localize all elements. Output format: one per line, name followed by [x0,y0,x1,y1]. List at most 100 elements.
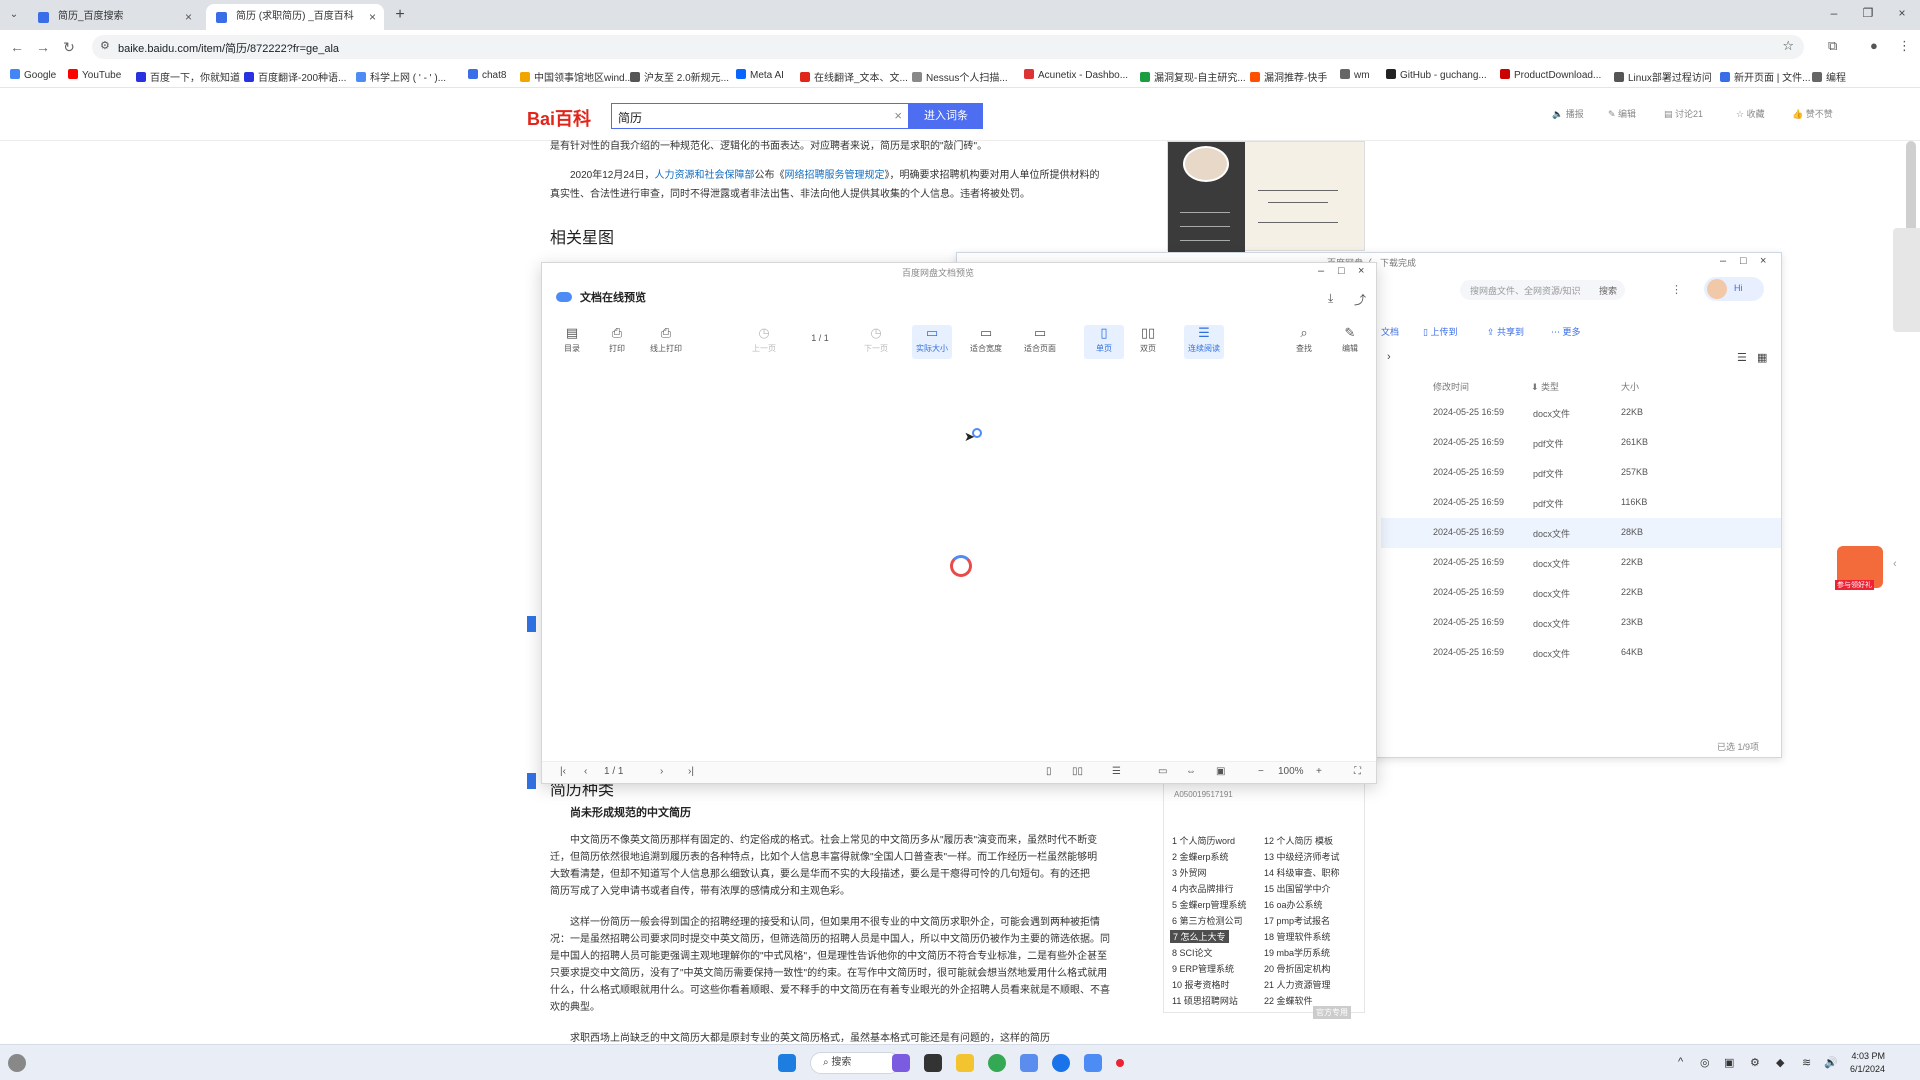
bookmark-item[interactable]: 百度翻译-200种语... [244,69,346,84]
search-app-icon[interactable] [1052,1054,1070,1072]
minimize-icon[interactable]: – [1318,265,1324,277]
more-icon[interactable]: ⋮ [1671,283,1682,296]
more-button[interactable]: ⋯ 更多 [1551,325,1581,338]
resume-sample-image[interactable] [1167,141,1365,252]
bookmark-item[interactable]: GitHub - guchang... [1386,69,1487,81]
rank-item[interactable]: 5 金蝶erp管理系统 [1172,898,1247,911]
clear-search-icon[interactable]: × [894,108,902,123]
start-icon[interactable] [778,1054,796,1072]
close-tab-icon[interactable]: × [369,4,376,30]
rank-item[interactable]: 19 mba学历系统 [1264,946,1330,959]
system-clock[interactable]: 4:03 PM 6/1/2024 [1850,1050,1885,1076]
bookmark-item[interactable]: 沪友至 2.0新规元... [630,69,729,84]
fit-width-icon[interactable]: ⇔ [1186,766,1196,777]
prev-page-button[interactable]: ◷ 上一页 [744,325,784,359]
forward-icon[interactable]: → [34,38,52,56]
file-row[interactable]: 2024-05-25 16:59 pdf文件 261KB [1381,428,1781,458]
next-page-icon[interactable]: › [660,766,663,777]
file-row[interactable]: 2024-05-25 16:59 docx文件 22KB [1381,548,1781,578]
grid-view-icon[interactable]: ▦ [1757,351,1767,364]
rank-item[interactable]: 20 骨折固定机构 [1264,962,1331,975]
single-page-button[interactable]: ▯ 单页 [1084,325,1124,359]
double-page-button[interactable]: ▯▯ 双页 [1128,325,1168,359]
zoom-level[interactable]: 100% [1278,766,1304,777]
last-page-icon[interactable]: ›| [688,766,694,777]
bookmark-item[interactable]: 科学上网 ( ' - ' )... [356,69,446,84]
bookmark-item[interactable]: 百度一下，你就知道 [136,69,240,84]
column-header[interactable]: 大小 [1621,380,1639,393]
baike-logo[interactable]: Bai百科 [527,105,591,131]
print-button[interactable]: ⎙ 打印 [597,325,637,359]
tab-baike-resume[interactable]: 简历 (求职简历) _百度百科 × [206,4,384,30]
restore-icon[interactable]: ❐ [1856,6,1880,20]
notification-dot-icon[interactable] [1116,1059,1124,1067]
new-tab-button[interactable]: + [390,6,410,26]
bookmark-item[interactable]: 新开页面 | 文件... [1720,69,1811,84]
file-row[interactable]: 2024-05-25 16:59 pdf文件 116KB [1381,488,1781,518]
edit-button[interactable]: ✎ 编辑 [1608,107,1636,120]
file-row-selected[interactable]: 2024-05-25 16:59 docx文件 28KB [1381,518,1781,548]
breadcrumb-chevron-icon[interactable]: › [1387,351,1391,363]
tray-app-icon[interactable]: ⚙ [1750,1056,1760,1069]
rank-item[interactable]: 2 金蝶erp系统 [1172,850,1229,863]
minimize-icon[interactable]: – [1822,6,1846,20]
fit-width-button[interactable]: ▭ 适合宽度 [966,325,1006,359]
close-tab-icon[interactable]: × [185,4,192,30]
reload-icon[interactable]: ↻ [60,38,78,56]
gift-promo[interactable]: 参与领好礼 [1835,546,1883,590]
bookmark-item[interactable]: Meta AI [736,69,784,81]
zoom-in-icon[interactable]: + [1316,766,1322,777]
rank-item[interactable]: 12 个人简历 模板 [1264,834,1333,847]
sort-icon[interactable]: ☰ [1737,351,1747,364]
minimize-icon[interactable]: – [1720,255,1726,267]
favorite-button[interactable]: ☆ 收藏 [1736,107,1765,120]
enter-entry-button[interactable]: 进入词条 [909,103,983,129]
rank-item[interactable]: 6 第三方检测公司 [1172,914,1243,927]
rank-item[interactable]: 8 SCI论文 [1172,946,1213,959]
rank-item[interactable]: 4 内衣品牌排行 [1172,882,1234,895]
bookmark-item[interactable]: 漏洞推荐-快手 [1250,69,1327,84]
rank-item[interactable]: 1 个人简历word [1172,834,1235,847]
bookmark-item[interactable]: ProductDownload... [1500,69,1601,81]
baike-search-input[interactable]: 简历 × [611,103,909,129]
prev-page-icon[interactable]: ‹ [584,766,587,777]
fullscreen-icon[interactable]: ⛶ [1354,766,1361,777]
close-window-icon[interactable]: × [1890,6,1914,20]
tray-app-icon[interactable]: ▣ [1724,1056,1734,1069]
maximize-icon[interactable]: □ [1338,265,1345,277]
rank-item[interactable]: 18 管理软件系统 [1264,930,1331,943]
doc-tab[interactable]: 文档 [1381,325,1399,338]
bookmark-item[interactable]: 漏洞复现-自主研究... [1140,69,1246,84]
rank-item[interactable]: 9 ERP管理系统 [1172,962,1234,975]
terminal-icon[interactable] [924,1054,942,1072]
widgets-icon[interactable] [8,1054,26,1072]
rank-item[interactable]: 7 怎么上大专 [1170,930,1229,943]
rank-item[interactable]: 13 中级经济师考试 [1264,850,1340,863]
bookmark-item[interactable]: Linux部署过程访问 [1614,69,1712,84]
tab-search-results[interactable]: 简历_百度搜索 × [28,4,200,30]
bookmark-star-icon[interactable]: ☆ [1782,38,1794,54]
bookmark-item[interactable]: YouTube [68,69,121,81]
fit-page-button[interactable]: ▭ 适合页面 [1020,325,1060,359]
share-icon[interactable]: ⤴ [1354,291,1366,308]
copilot-icon[interactable] [892,1054,910,1072]
rank-item[interactable]: 21 人力资源管理 [1264,978,1331,991]
rank-item[interactable]: 10 报考资格时 [1172,978,1230,991]
discuss-button[interactable]: ▤ 讨论21 [1664,107,1703,120]
download-icon[interactable]: ⤓ [1328,291,1333,306]
toc-button[interactable]: ▤ 目录 [552,325,592,359]
double-page-view-icon[interactable]: ▯▯ [1072,766,1083,777]
taskbar-search[interactable]: ⌕ 搜索 [810,1052,900,1074]
resize-handle[interactable] [527,773,536,789]
netdisk-search-input[interactable]: 搜网盘文件、全网资源/知识 搜索 [1460,280,1625,300]
file-row[interactable]: 2024-05-25 16:59 docx文件 23KB [1381,608,1781,638]
file-row[interactable]: 2024-05-25 16:59 pdf文件 257KB [1381,458,1781,488]
rank-item[interactable]: 11 硕思招聘网站 [1172,994,1238,1007]
find-button[interactable]: ⌕ 查找 [1284,325,1324,359]
like-button[interactable]: 👍 赞不赞 [1792,107,1833,120]
first-page-icon[interactable]: |‹ [560,766,566,777]
volume-icon[interactable]: 🔊 [1824,1056,1838,1069]
article-link[interactable]: 人力资源和社会保障部 [655,170,755,181]
bookmark-item[interactable]: Nessus个人扫描... [912,69,1008,84]
file-row[interactable]: 2024-05-25 16:59 docx文件 22KB [1381,578,1781,608]
